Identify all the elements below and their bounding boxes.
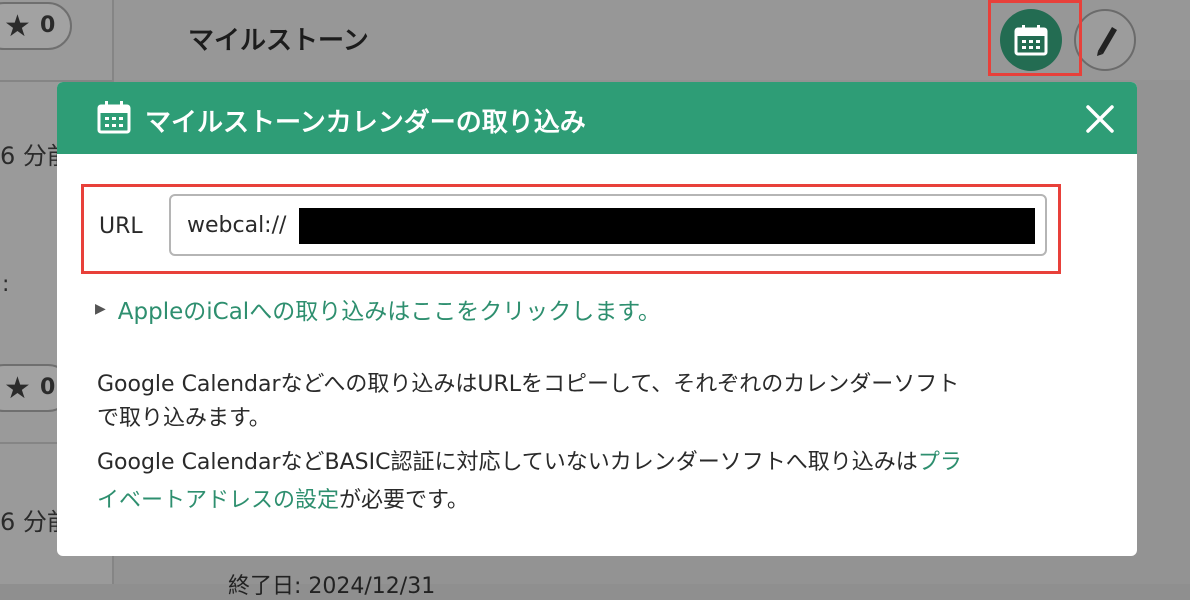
close-button[interactable] bbox=[1081, 100, 1119, 138]
description-line: で取り込みます。 bbox=[97, 406, 271, 431]
url-highlight bbox=[81, 184, 1061, 274]
star-icon: ★ bbox=[4, 9, 31, 44]
private-address-settings-link[interactable]: プラ bbox=[918, 450, 962, 475]
close-icon bbox=[1086, 105, 1114, 133]
description-line: Google CalendarなどBASIC認証に対応していないカレンダーソフト… bbox=[97, 444, 962, 476]
dialog-header: マイルストーンカレンダーの取り込み bbox=[57, 82, 1137, 154]
star-count: 0 bbox=[40, 375, 56, 400]
star-count: 0 bbox=[40, 13, 56, 38]
star-icon: ★ bbox=[4, 371, 31, 406]
star-count-button[interactable]: ★ 0 bbox=[0, 2, 72, 50]
ical-import-link[interactable]: AppleのiCalへの取り込みはここをクリックします。 bbox=[118, 292, 661, 326]
dialog-title: マイルストーンカレンダーの取り込み bbox=[145, 108, 586, 138]
calendar-button-highlight bbox=[988, 0, 1082, 76]
description-line: イベートアドレスの設定が必要です。 bbox=[97, 482, 469, 514]
description-text: Google CalendarなどBASIC認証に対応していないカレンダーソフト… bbox=[97, 450, 918, 475]
calendar-import-dialog: マイルストーンカレンダーの取り込み URL webcal:// ▶ Appleの… bbox=[57, 82, 1137, 556]
edit-button[interactable] bbox=[1074, 9, 1136, 71]
end-date-label: 終了日: 2024/12/31 bbox=[228, 574, 436, 599]
triangle-right-icon: ▶ bbox=[95, 301, 106, 317]
field-separator: : bbox=[2, 272, 10, 297]
ical-import-toggle[interactable]: ▶ AppleのiCalへの取り込みはここをクリックします。 bbox=[95, 292, 661, 326]
page-title: マイルストーン bbox=[188, 26, 369, 56]
description-text: が必要です。 bbox=[339, 488, 469, 513]
description-line: Google Calendarなどへの取り込みはURLをコピーして、それぞれのカ… bbox=[97, 372, 960, 397]
calendar-icon bbox=[97, 101, 131, 134]
pencil-icon bbox=[1097, 27, 1117, 56]
private-address-settings-link[interactable]: イベートアドレスの設定 bbox=[97, 488, 339, 513]
